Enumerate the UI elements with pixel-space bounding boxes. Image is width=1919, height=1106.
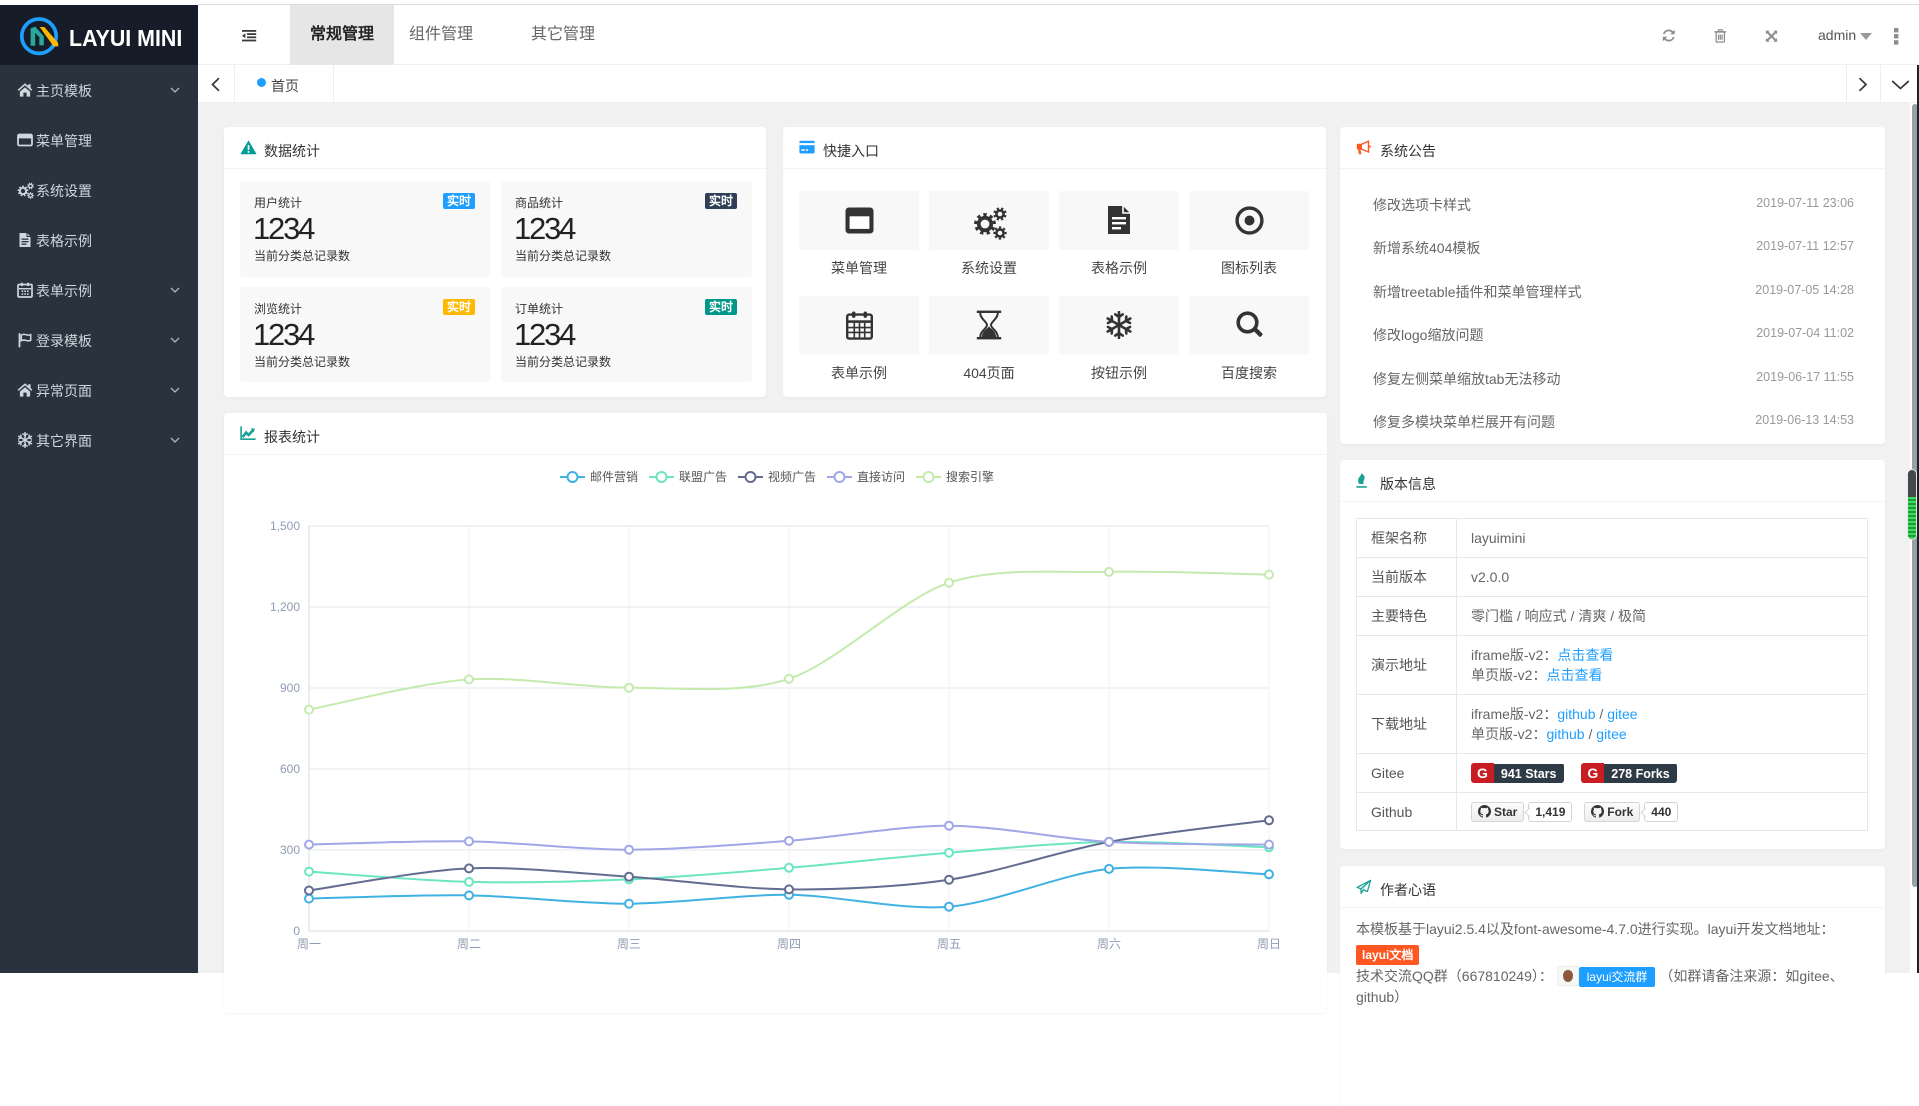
svg-text:周日: 周日 — [1257, 937, 1281, 951]
svg-text:1,200: 1,200 — [270, 600, 300, 614]
svg-text:视频广告: 视频广告 — [768, 469, 816, 484]
svg-text:600: 600 — [280, 762, 300, 776]
svg-text:周三: 周三 — [617, 937, 641, 951]
svg-text:1,500: 1,500 — [270, 519, 300, 533]
svg-text:300: 300 — [280, 843, 300, 857]
svg-text:直接访问: 直接访问 — [857, 469, 905, 484]
svg-text:周一: 周一 — [297, 937, 321, 951]
svg-text:0: 0 — [293, 924, 300, 938]
svg-text:联盟广告: 联盟广告 — [679, 470, 727, 484]
svg-text:邮件营销: 邮件营销 — [590, 470, 638, 484]
svg-text:周五: 周五 — [937, 937, 961, 951]
svg-text:周四: 周四 — [777, 937, 801, 951]
svg-text:搜索引擎: 搜索引擎 — [946, 469, 994, 484]
svg-text:900: 900 — [280, 681, 300, 695]
svg-text:周二: 周二 — [457, 937, 481, 951]
svg-text:周六: 周六 — [1097, 937, 1121, 951]
